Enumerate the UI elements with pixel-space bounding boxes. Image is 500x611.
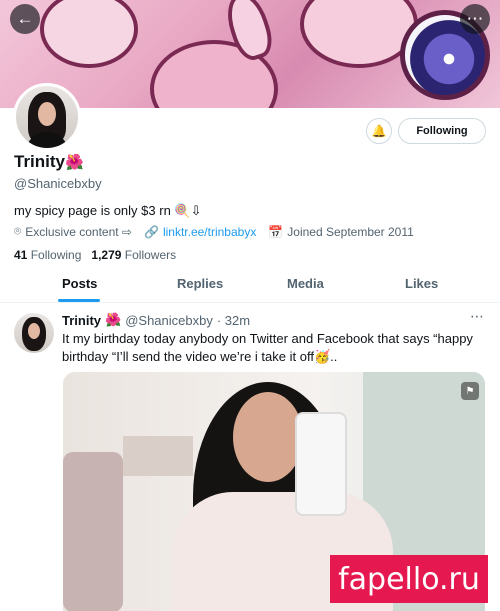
profile-meta: ⌾ Exclusive content ⇨ 🔗 linktr.ee/trinba… [14,224,414,239]
more-options-icon[interactable]: ⋯ [460,4,490,34]
flower-emoji: 🌺 [65,154,84,171]
following-count: 41 [14,248,28,262]
banner-art [40,0,138,68]
following-label: Following [30,248,82,262]
active-tab-indicator [58,299,100,302]
post-more-icon[interactable]: ⋯ [470,308,484,325]
following-count-link[interactable]: 41 Following [14,248,81,262]
joined-item: 📅 Joined September 2011 [268,224,414,239]
tab-posts[interactable]: Posts [62,276,97,291]
profile-link-item[interactable]: 🔗 linktr.ee/trinbabyx [144,224,256,239]
profile-name: Trinity🌺 [14,152,84,172]
post-author-emoji: 🌺 [105,312,122,327]
profile-avatar[interactable] [13,83,81,151]
link-icon: 🔗 [143,224,159,239]
media-flag-icon[interactable]: ⚑ [461,382,479,400]
watermark-text: fapello.ru [330,555,488,603]
tab-media[interactable]: Media [287,276,324,291]
followers-label: Followers [124,248,177,262]
profile-banner[interactable] [0,0,500,108]
post-text: It my birthday today anybody on Twitter … [62,331,473,364]
post-author-handle[interactable]: @Shanicebxby [125,313,213,328]
joined-text: Joined September 2011 [287,224,414,239]
profile-link[interactable]: linktr.ee/trinbabyx [163,225,256,239]
category-text: Exclusive content ⇨ [25,224,132,239]
profile-tabs: Posts Replies Media Likes [0,272,500,303]
post-time[interactable]: · 32m [217,313,250,328]
post-avatar[interactable] [14,313,54,353]
post-header: Trinity 🌺 @Shanicebxby · 32m [62,312,250,328]
followers-count: 1,279 [91,248,122,262]
follow-counts: 41 Following 1,279 Followers [14,248,176,262]
category-item: ⌾ Exclusive content ⇨ [14,224,132,239]
profile-name-text: Trinity [14,152,66,171]
tab-replies[interactable]: Replies [177,276,223,291]
profile-bio: my spicy page is only $3 rn 🍭⇩ [14,203,202,218]
following-button[interactable]: Following [398,118,486,144]
post-author-name[interactable]: Trinity [62,313,101,328]
notification-bell-icon[interactable]: 🔔 [366,118,392,144]
location-pin-icon: ⌾ [14,224,22,238]
back-arrow-icon[interactable]: ← [10,4,40,34]
followers-count-link[interactable]: 1,279 Followers [91,248,176,262]
calendar-icon: 📅 [268,224,284,239]
tab-likes[interactable]: Likes [405,276,438,291]
profile-handle: @Shanicebxby [14,176,102,191]
